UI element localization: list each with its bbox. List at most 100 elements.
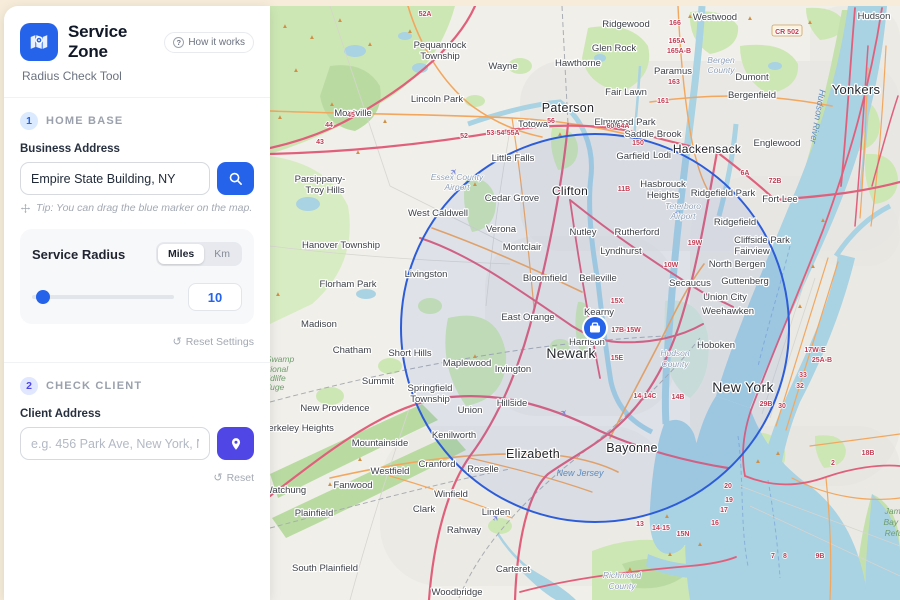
home-base-marker[interactable] — [582, 315, 608, 341]
reset-client-label: Reset — [227, 472, 254, 484]
radius-value[interactable]: 10 — [188, 283, 242, 311]
reset-settings-button[interactable]: ↺ Reset Settings — [20, 335, 254, 348]
svg-text:Hawthorne: Hawthorne — [555, 58, 601, 69]
step-2-badge: 2 — [20, 377, 38, 395]
svg-text:Rutherford: Rutherford — [615, 227, 660, 238]
svg-text:Carteret: Carteret — [496, 564, 531, 575]
svg-text:▲: ▲ — [667, 551, 673, 558]
svg-text:Winfield: Winfield — [434, 489, 468, 500]
svg-text:Teterboro: Teterboro — [665, 201, 701, 211]
radius-slider[interactable] — [32, 295, 174, 299]
svg-text:Bergenfield: Bergenfield — [728, 90, 776, 101]
svg-text:Hackensack: Hackensack — [673, 142, 742, 156]
svg-text:Elizabeth: Elizabeth — [506, 447, 560, 461]
svg-text:14-15: 14-15 — [652, 525, 670, 532]
svg-text:Westfield: Westfield — [371, 466, 410, 477]
svg-text:Kenilworth: Kenilworth — [432, 430, 476, 441]
radius-slider-thumb[interactable] — [36, 290, 50, 304]
svg-text:Belleville: Belleville — [579, 273, 617, 284]
app-subtitle: Radius Check Tool — [22, 69, 254, 83]
svg-text:CR 502: CR 502 — [775, 29, 799, 36]
unit-toggle: Miles Km — [156, 242, 242, 266]
svg-text:Verona: Verona — [486, 224, 517, 235]
svg-text:15X: 15X — [611, 298, 624, 305]
svg-text:East Orange: East Orange — [501, 312, 554, 323]
svg-text:fuge: fuge — [270, 382, 285, 392]
map-logo-icon — [28, 31, 50, 53]
unit-km[interactable]: Km — [204, 244, 240, 264]
svg-text:18B: 18B — [862, 450, 875, 457]
service-radius-card: Service Radius Miles Km 10 — [20, 229, 254, 324]
app-title: Service Zone — [68, 22, 154, 62]
svg-text:Paterson: Paterson — [542, 101, 594, 115]
svg-text:▲: ▲ — [367, 41, 373, 48]
svg-text:▲: ▲ — [472, 181, 478, 188]
search-button[interactable] — [217, 162, 254, 195]
svg-text:Fanwood: Fanwood — [333, 480, 372, 491]
svg-text:Livingston: Livingston — [405, 269, 448, 280]
svg-text:Short Hills: Short Hills — [388, 348, 432, 359]
svg-text:Little Falls: Little Falls — [492, 153, 535, 164]
svg-text:Ridgefield Park: Ridgefield Park — [691, 188, 756, 199]
map-canvas[interactable]: ▲▲▲▲▲▲▲▲▲▲▲▲▲▲▲▲▲▲▲▲▲▲▲▲▲▲▲▲ ✈✈✈✈ Pequan… — [270, 6, 900, 600]
svg-text:Roselle: Roselle — [467, 464, 499, 475]
svg-text:17: 17 — [720, 507, 728, 514]
svg-text:▲: ▲ — [337, 17, 343, 24]
home-base-section-header: 1 HOME BASE — [20, 112, 254, 130]
svg-text:16: 16 — [711, 520, 719, 527]
business-address-input[interactable] — [20, 162, 210, 195]
svg-text:▲: ▲ — [357, 456, 363, 463]
svg-text:Hillside: Hillside — [497, 398, 528, 409]
locate-client-button[interactable] — [217, 427, 254, 460]
svg-text:Bergen: Bergen — [707, 55, 735, 65]
svg-text:Lincoln Park: Lincoln Park — [411, 94, 464, 105]
question-circle-icon: ? — [173, 37, 184, 48]
svg-text:Florham Park: Florham Park — [319, 279, 376, 290]
svg-text:Fair Lawn: Fair Lawn — [605, 87, 647, 98]
svg-text:60-64A: 60-64A — [607, 123, 630, 130]
svg-text:Union City: Union City — [703, 292, 747, 303]
svg-text:Rahway: Rahway — [447, 525, 482, 536]
svg-text:Fort Lee: Fort Lee — [762, 194, 797, 205]
svg-text:▲: ▲ — [810, 263, 816, 270]
svg-text:West Caldwell: West Caldwell — [408, 208, 468, 219]
map-pin-icon — [229, 437, 243, 451]
svg-text:Township: Township — [410, 394, 450, 405]
svg-text:▲: ▲ — [329, 101, 335, 108]
svg-text:15E: 15E — [611, 355, 624, 362]
svg-text:County: County — [609, 581, 637, 591]
how-it-works-button[interactable]: ? How it works — [164, 32, 254, 53]
svg-text:Airport: Airport — [669, 211, 696, 221]
svg-text:South Plainfield: South Plainfield — [292, 563, 358, 574]
svg-text:Township: Township — [420, 51, 460, 62]
check-client-title: CHECK CLIENT — [46, 380, 142, 392]
svg-text:150: 150 — [632, 140, 644, 147]
svg-text:Hanover Township: Hanover Township — [302, 240, 380, 251]
check-client-section-header: 2 CHECK CLIENT — [20, 377, 254, 395]
svg-text:Jamai: Jamai — [884, 506, 900, 516]
svg-text:8: 8 — [783, 553, 787, 560]
home-base-title: HOME BASE — [46, 115, 123, 127]
client-address-input[interactable] — [20, 427, 210, 460]
svg-text:Englewood: Englewood — [753, 138, 800, 149]
svg-text:14-14C: 14-14C — [634, 393, 657, 400]
svg-text:Weehawken: Weehawken — [702, 306, 754, 317]
svg-text:Hoboken: Hoboken — [697, 340, 735, 351]
svg-text:Linden: Linden — [482, 507, 511, 518]
svg-text:13: 13 — [636, 521, 644, 528]
svg-text:Glen Rock: Glen Rock — [592, 43, 637, 54]
app-header: Service Zone ? How it works — [20, 22, 254, 62]
svg-text:20: 20 — [724, 483, 732, 490]
svg-text:161: 161 — [657, 98, 669, 105]
svg-text:Watchung: Watchung — [270, 485, 306, 496]
svg-text:Pequannock: Pequannock — [414, 40, 467, 51]
svg-text:Saddle Brook: Saddle Brook — [624, 129, 681, 140]
map-svg: ▲▲▲▲▲▲▲▲▲▲▲▲▲▲▲▲▲▲▲▲▲▲▲▲▲▲▲▲ ✈✈✈✈ Pequan… — [270, 6, 900, 600]
svg-text:▲: ▲ — [382, 118, 388, 125]
reset-client-button[interactable]: ↺ Reset — [20, 471, 254, 484]
svg-text:▲: ▲ — [557, 131, 563, 138]
reset-settings-label: Reset Settings — [186, 336, 254, 348]
svg-text:Berkeley Heights: Berkeley Heights — [270, 423, 334, 434]
unit-miles[interactable]: Miles — [158, 244, 204, 264]
svg-text:Swamp: Swamp — [270, 354, 294, 364]
